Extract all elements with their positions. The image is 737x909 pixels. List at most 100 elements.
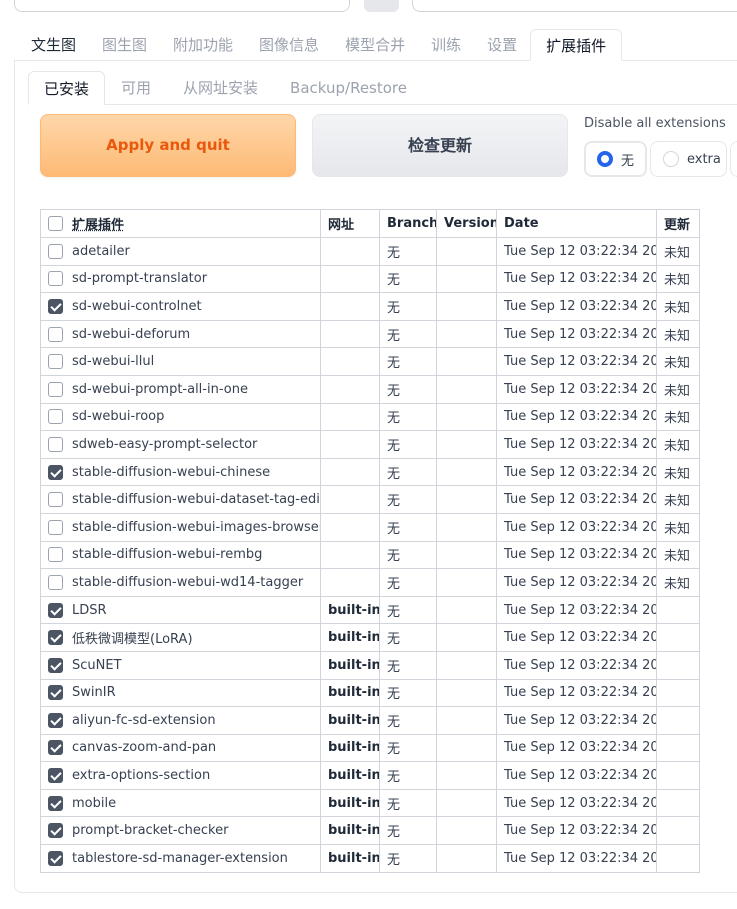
extension-enable-checkbox[interactable] [48, 464, 63, 480]
extension-name: canvas-zoom-and-pan [72, 740, 217, 756]
cell-extension: LDSR [40, 595, 321, 625]
cell-url [320, 430, 380, 459]
extension-enable-checkbox[interactable] [48, 740, 63, 756]
radio-option-none[interactable]: 无 [584, 141, 647, 177]
cell-date: Tue Sep 12 03:22:34 2023 [496, 788, 657, 818]
check-updates-button[interactable]: 检查更新 [312, 114, 568, 177]
cell-date: Tue Sep 12 03:22:34 2023 [496, 761, 657, 790]
cell-update: 未知 [656, 430, 700, 459]
cell-update: 未知 [656, 347, 700, 376]
cell-version [436, 568, 497, 597]
apply-and-quit-button[interactable]: Apply and quit [40, 114, 296, 177]
subtab-installed[interactable]: 已安装 [28, 71, 106, 105]
top-input-left[interactable] [14, 0, 350, 12]
table-row: stable-diffusion-webui-rembg 无 Tue Sep 12 … [40, 540, 700, 570]
extension-enable-checkbox[interactable] [48, 381, 63, 397]
subtab-available[interactable]: 可用 [105, 71, 167, 105]
cell-url: built-in [320, 595, 380, 625]
cell-version [436, 678, 497, 708]
cell-extension: aliyun-fc-sd-extension [40, 706, 321, 735]
tab-txt2img[interactable]: 文生图 [18, 29, 89, 61]
extension-enable-checkbox[interactable] [48, 326, 63, 342]
extension-enable-checkbox[interactable] [48, 243, 63, 259]
table-row: sd-webui-roop 无 Tue Sep 12 03:22:34 2023未知 [40, 402, 700, 432]
tab-extensions[interactable]: 扩展插件 [530, 29, 623, 61]
extension-enable-checkbox[interactable] [48, 768, 63, 784]
cell-url: built-in [320, 733, 380, 763]
extension-enable-checkbox[interactable] [48, 271, 63, 287]
cell-update [656, 678, 700, 708]
radio-option-extra[interactable]: extra [650, 141, 727, 177]
top-toolbar-button[interactable] [364, 0, 399, 12]
radio-option-all[interactable] [730, 141, 737, 177]
table-row: sd-webui-llul 无 Tue Sep 12 03:22:34 2023未知 [40, 347, 700, 376]
tab-settings[interactable]: 设置 [474, 29, 530, 61]
extension-name: mobile [72, 795, 117, 811]
table-row: aliyun-fc-sd-extension built-in 无 Tue Sep 1… [40, 706, 700, 735]
subtab-install-from-url[interactable]: 从网址安装 [167, 71, 274, 105]
extension-enable-checkbox[interactable] [48, 630, 63, 646]
extension-name: stable-diffusion-webui-dataset-tag-edito… [72, 492, 321, 508]
extension-enable-checkbox[interactable] [48, 574, 63, 590]
cell-extension: stable-diffusion-webui-wd14-tagger [40, 568, 321, 597]
table-row: sdweb-easy-prompt-selector 无 Tue Sep 12 03… [40, 430, 700, 459]
extension-name: 低秩微调模型(LoRA) [72, 632, 193, 648]
extension-enable-checkbox[interactable] [48, 547, 63, 563]
extension-name: sd-webui-roop [72, 409, 165, 425]
tab-png-info[interactable]: 图像信息 [246, 29, 332, 61]
table-row: 低秩微调模型(LoRA) built-in 无 Tue Sep 12 03:22:34… [40, 623, 700, 652]
extension-enable-checkbox[interactable] [48, 823, 63, 839]
extensions-table: 扩展插件 网址 Branch Version Date 更新 adetailer… [40, 209, 700, 873]
extension-name: SwinIR [72, 685, 116, 701]
extension-enable-checkbox[interactable] [48, 354, 63, 370]
cell-version [436, 788, 497, 818]
cell-update [656, 816, 700, 846]
cell-url [320, 292, 380, 321]
cell-version [436, 623, 497, 652]
extension-enable-checkbox[interactable] [48, 492, 63, 508]
cell-branch: 无 [379, 623, 437, 652]
cell-version [436, 347, 497, 376]
extension-enable-checkbox[interactable] [48, 712, 63, 728]
cell-update: 未知 [656, 264, 700, 294]
extension-enable-checkbox[interactable] [48, 657, 63, 673]
extension-enable-checkbox[interactable] [48, 298, 63, 314]
table-row: LDSR built-in无 Tue Sep 12 03:22:34 2023 [40, 595, 700, 625]
subtab-backup-restore[interactable]: Backup/Restore [274, 71, 423, 105]
cell-url [320, 374, 380, 404]
tab-extras[interactable]: 附加功能 [160, 29, 246, 61]
extension-enable-checkbox[interactable] [48, 795, 63, 811]
cell-url [320, 457, 380, 487]
cell-extension: sdweb-easy-prompt-selector [40, 430, 321, 459]
cell-version [436, 540, 497, 570]
tab-img2img[interactable]: 图生图 [89, 29, 160, 61]
cell-date: Tue Sep 12 03:22:34 2023 [496, 650, 657, 680]
table-row: SwinIR built-in无 Tue Sep 12 03:22:34 2023 [40, 678, 700, 708]
cell-url: built-in [320, 816, 380, 846]
extension-enable-checkbox[interactable] [48, 685, 63, 701]
extension-enable-checkbox[interactable] [48, 409, 63, 425]
cell-url: built-in [320, 761, 380, 790]
table-row: extra-options-section built-in 无 Tue Sep 12… [40, 761, 700, 790]
cell-version [436, 485, 497, 514]
cell-url [320, 512, 380, 542]
extension-name: LDSR [72, 602, 107, 618]
extension-name: aliyun-fc-sd-extension [72, 712, 216, 728]
extension-enable-checkbox[interactable] [48, 602, 63, 618]
cell-url: built-in [320, 844, 380, 873]
disable-extensions-label: Disable all extensions [584, 116, 726, 131]
top-input-right[interactable] [412, 0, 737, 12]
cell-extension: mobile [40, 788, 321, 818]
cell-date: Tue Sep 12 03:22:34 2023 [496, 512, 657, 542]
cell-date: Tue Sep 12 03:22:34 2023 [496, 678, 657, 708]
cell-extension: sd-webui-deforum [40, 319, 321, 349]
tab-train[interactable]: 训练 [418, 29, 474, 61]
cell-branch: 无 [379, 237, 437, 266]
cell-update: 未知 [656, 292, 700, 321]
extension-enable-checkbox[interactable] [48, 850, 63, 866]
select-all-checkbox[interactable] [48, 216, 63, 231]
tab-checkpoint-merger[interactable]: 模型合并 [332, 29, 418, 61]
extension-enable-checkbox[interactable] [48, 436, 63, 452]
table-row: sd-prompt-translator 无 Tue Sep 12 03:22:34… [40, 264, 700, 294]
extension-enable-checkbox[interactable] [48, 519, 63, 535]
